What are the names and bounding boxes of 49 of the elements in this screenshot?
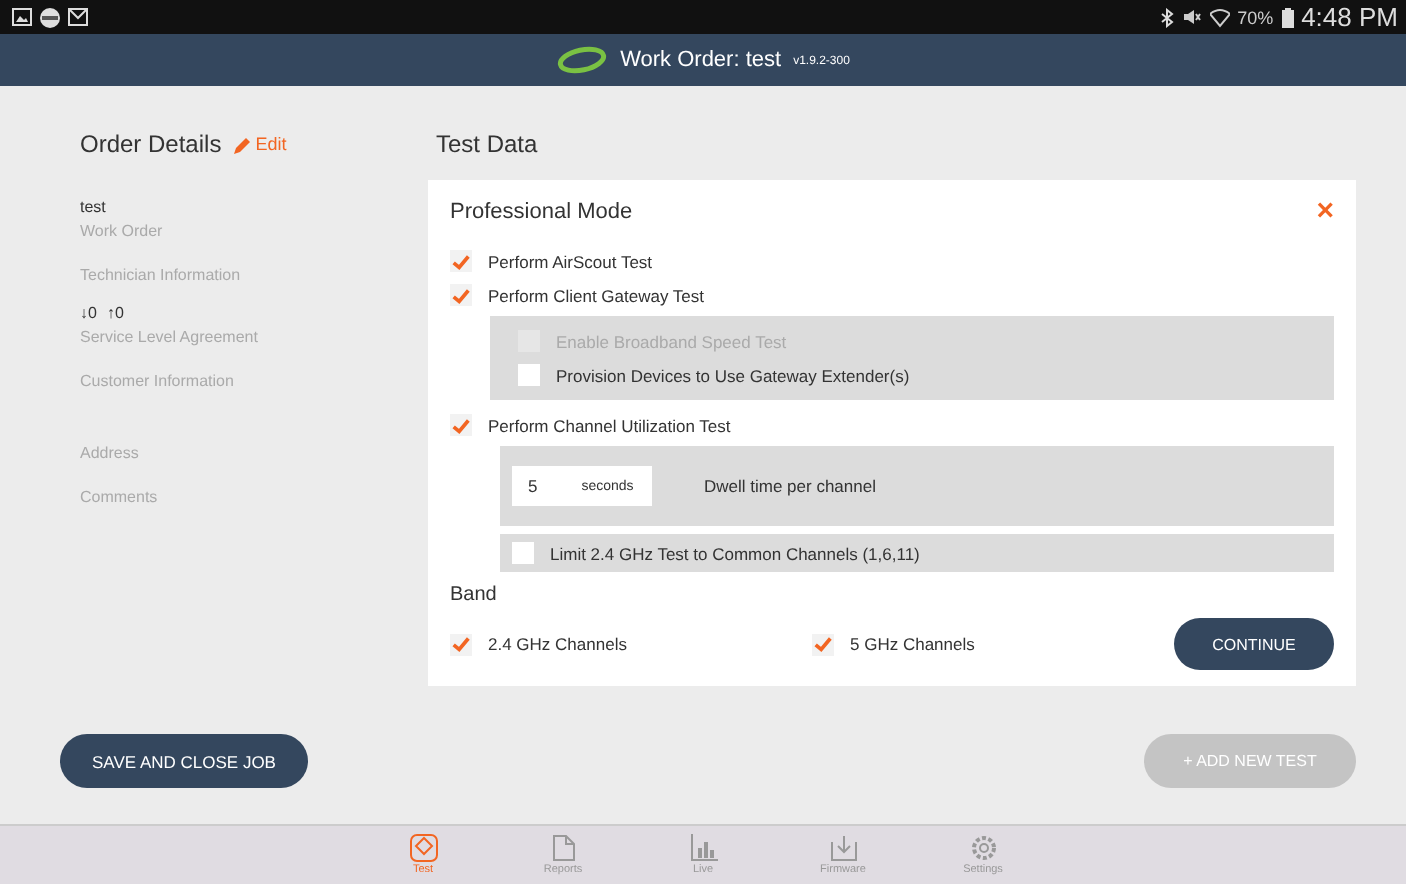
field-label: Dwell time per channel (704, 476, 876, 496)
mail-icon (68, 8, 88, 26)
section-title: Order Details (80, 130, 222, 158)
checkbox-label: Perform Client Gateway Test (488, 285, 705, 305)
checkbox[interactable] (450, 633, 472, 655)
checkbox-label: Perform AirScout Test (488, 251, 653, 271)
section-title: Test Data (436, 130, 540, 158)
card-title: Professional Mode (450, 199, 633, 223)
field-label: Address (80, 444, 139, 462)
checkbox[interactable] (450, 250, 472, 272)
checkbox-label: 2.4 GHz Channels (488, 634, 627, 654)
band-title: Band (450, 584, 499, 606)
field-value: test (80, 198, 108, 216)
checkbox[interactable] (518, 364, 540, 386)
document-icon (551, 834, 575, 862)
checkbox[interactable] (450, 414, 472, 436)
wifi-icon (1209, 7, 1230, 27)
logo-icon (556, 46, 609, 74)
checkbox-label: 5 GHz Channels (850, 634, 975, 654)
checkbox[interactable] (450, 284, 472, 306)
pencil-icon (233, 135, 252, 153)
checkbox[interactable] (512, 542, 534, 564)
field-label: Service Level Agreement (80, 328, 258, 346)
close-button[interactable]: × (1316, 196, 1334, 226)
checkbox-label: Perform Channel Utilization Test (488, 415, 731, 435)
bluetooth-icon (1159, 7, 1174, 27)
upload-count: ↑0 (106, 304, 124, 322)
app-icon (40, 7, 60, 27)
field-label: Work Order (80, 222, 163, 240)
save-button[interactable]: SAVE AND CLOSE JOB (60, 734, 308, 788)
battery-icon (1281, 7, 1294, 27)
continue-button[interactable]: CONTINUE (1174, 618, 1334, 670)
settings-icon (969, 834, 997, 862)
diamond-icon (409, 834, 437, 862)
checkbox-label: Limit 2.4 GHz Test to Common Channels (1,6,11) (550, 543, 920, 563)
field-label: Comments (80, 488, 158, 506)
download-count: ↓0 (80, 304, 97, 322)
battery-percent: 70% (1237, 7, 1274, 27)
clock: 4:48 PM (1301, 2, 1398, 32)
bar-chart-icon (689, 834, 717, 862)
field-label: Customer Information (80, 372, 234, 390)
download-icon (829, 834, 857, 862)
checkbox[interactable] (812, 633, 834, 655)
checkbox-label: Provision Devices to Use Gateway Extender(s) (556, 365, 910, 385)
mute-icon (1181, 8, 1202, 26)
field-label: Technician Information (80, 266, 241, 284)
edit-link[interactable]: Edit (233, 134, 287, 154)
window-title: Work Order: test (620, 48, 782, 72)
image-icon (12, 8, 32, 26)
